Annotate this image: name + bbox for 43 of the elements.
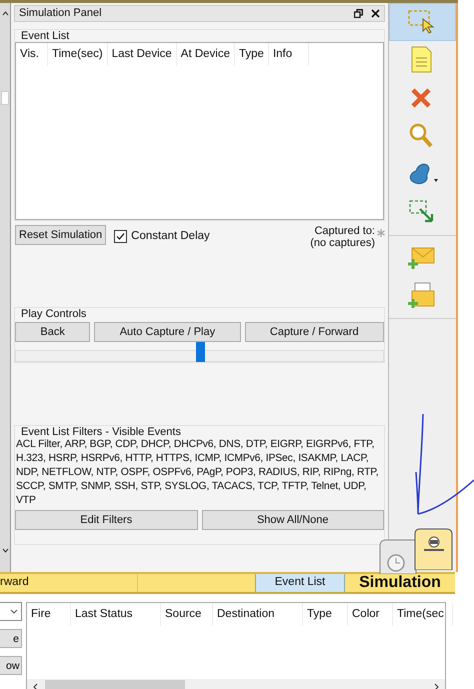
scroll-thumb[interactable] [1,91,9,105]
side-button[interactable]: e [0,629,22,648]
column-header[interactable]: Fire [27,603,71,626]
filter-list-text: ACL Filter, ARP, BGP, CDP, DHCP, DHCPv6, DNS, DTP, EIGRP, EIGRPv6, FTP, H.323, HSRP, HSRPv6, HTTP, HTTPS, ICMP, ICMPv6, IPSec, ISAKMP, LACP, NDP, NETFLOW, NTP, OSPF, OSPFv6, PAgP, POP3, RADIUS, RIP, RIPng, RTP, SCCP, SMTP, SNMP, SSH, STP, SYSLOG, TACACS, TCP, TFTP, Telnet, UDP, VTP [15,438,380,508]
column-header[interactable]: Source [161,603,213,626]
column-header[interactable]: Info [268,43,309,66]
play-control-button[interactable]: Auto Capture / Play [94,322,241,342]
simulation-tab-icon[interactable] [414,528,454,570]
side-button[interactable]: ow [0,656,22,675]
column-header[interactable]: At Device [176,43,235,66]
captured-label: Captured to: [313,225,375,237]
left-tab-label[interactable]: rward [0,574,138,592]
check-icon[interactable] [115,231,126,242]
panel-title: Simulation Panel [19,6,102,22]
filter-button[interactable]: Show All/None [202,510,384,530]
reset-simulation-button[interactable]: Reset Simulation [15,225,106,245]
play-control-button[interactable]: Capture / Forward [244,322,384,342]
asterisk-icon [377,229,385,237]
dropdown[interactable] [0,602,22,621]
slider-thumb[interactable] [196,342,204,362]
column-header[interactable]: Last Device [108,43,177,66]
group-label: Play Controls [21,308,88,320]
play-control-button[interactable]: Back [15,322,90,342]
close-icon[interactable] [371,9,380,18]
event-list-button[interactable]: Event List [255,574,345,592]
dropdown-caret-icon[interactable] [10,609,18,614]
column-header[interactable]: Type [303,603,348,626]
group-label: Event List [21,30,70,42]
column-header[interactable]: Vis. [16,43,48,66]
constant-delay-checkbox[interactable]: Constant Delay [114,228,210,246]
column-header[interactable]: Color [348,603,393,626]
slider-track[interactable] [15,342,384,362]
group-label: Event List Filters - Visible Events [21,426,182,438]
chevron-up-icon[interactable] [2,11,9,16]
column-header[interactable]: Time(sec) [48,43,108,66]
column-header[interactable]: Destination [213,603,303,626]
column-header[interactable]: Time(sec [393,603,453,626]
filter-button[interactable]: Edit Filters [15,510,198,530]
column-header[interactable]: Last Status [71,603,161,626]
captured-value: (no captures) [310,237,375,249]
chevron-down-icon[interactable] [2,548,9,553]
column-header[interactable]: Type [235,43,269,66]
restore-icon[interactable] [354,9,363,18]
